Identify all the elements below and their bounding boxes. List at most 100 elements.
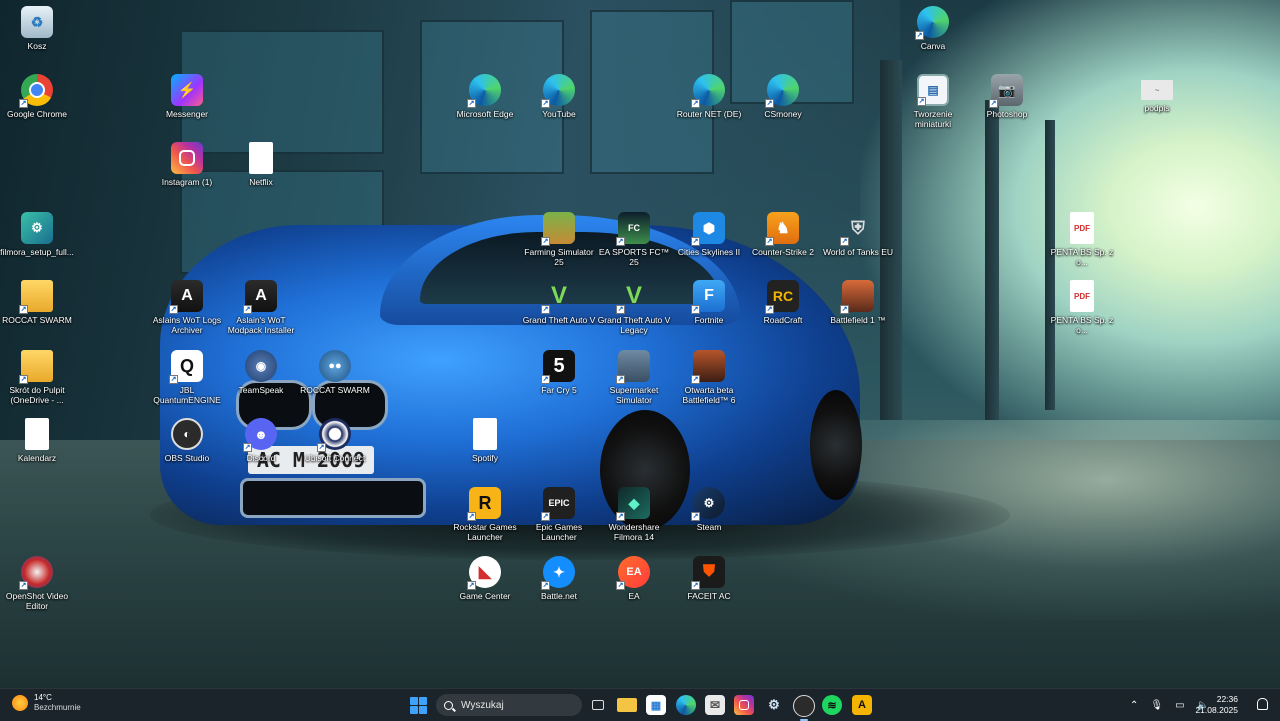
desktop-icon-label: Grand Theft Auto V: [522, 315, 596, 325]
game-icon: FC ↗: [616, 212, 650, 246]
edge-icon: ↗: [467, 74, 501, 108]
mail-icon[interactable]: ✉: [705, 695, 725, 715]
desktop-icon-penta-pdf-2[interactable]: PDF PENTA BS Sp. z o...: [1045, 280, 1119, 335]
desktop-icon-instagram[interactable]: Instagram (1): [150, 142, 224, 187]
file-explorer-icon[interactable]: [617, 698, 637, 712]
pdf-icon: PDF: [1070, 212, 1094, 244]
desktop-icon-label: FACEIT AC: [687, 591, 731, 601]
desktop-icon-cities-skylines[interactable]: ⬢ ↗ Cities Skylines II: [672, 212, 746, 257]
desktop-icon-youtube[interactable]: ↗ YouTube: [522, 74, 596, 119]
edge-icon: ↗: [691, 74, 725, 108]
desktop-icon-canva[interactable]: ↗ Canva: [896, 6, 970, 51]
desktop-icon-label: Wondershare Filmora 14: [608, 522, 660, 542]
desktop-icon-filmora-setup[interactable]: ⚙ filmora_setup_full...: [0, 212, 74, 257]
search-icon: [444, 700, 453, 710]
desktop-icon-ea-fc[interactable]: FC ↗ EA SPORTS FC™ 25: [597, 212, 671, 267]
thumbnail-icon: ▤ ↗: [917, 74, 949, 106]
desktop-icon-supermarket-simulator[interactable]: ↗ Supermarket Simulator: [597, 350, 671, 405]
desktop-icon-label: podpis: [1144, 103, 1170, 113]
roadcraft-icon: RC ↗: [765, 280, 799, 314]
desktop-icon-roccat-swarm[interactable]: ●● ROCCAT SWARM: [298, 350, 372, 395]
desktop-icon-spotify[interactable]: Spotify: [448, 418, 522, 463]
clock-date: 21.08.2025: [1195, 705, 1238, 715]
cs2-icon: ♞ ↗: [765, 212, 799, 246]
taskbar-clock[interactable]: 22:36 21.08.2025: [1195, 694, 1238, 716]
desktop-icon-steam[interactable]: ⚙ ↗ Steam: [672, 487, 746, 532]
desktop-icon-world-of-tanks[interactable]: ⛨ ↗ World of Tanks EU: [821, 212, 895, 258]
edge-icon[interactable]: [676, 695, 696, 715]
desktop-icon-label: OBS Studio: [164, 453, 210, 463]
desktop-icon-messenger[interactable]: ⚡ Messenger: [150, 74, 224, 119]
wallpaper-wheel: [810, 390, 862, 500]
desktop-icon-tworzenie-miniaturki[interactable]: ▤ ↗ Tworzenie miniaturki: [896, 74, 970, 129]
desktop-icon-csmoney[interactable]: ↗ CSmoney: [746, 74, 820, 119]
desktop-icon-discord[interactable]: ☻ ↗ Discord: [224, 418, 298, 463]
desktop-icon-label: Counter-Strike 2: [752, 247, 814, 257]
desktop-icon-label: PENTA BS Sp. z o...: [1050, 247, 1114, 267]
messenger-icon: ⚡: [171, 74, 203, 106]
desktop-icon-ubisoft-connect[interactable]: ↗ Ubisoft Connect: [298, 418, 372, 463]
desktop-icon-battlefield-6-beta[interactable]: ↗ Otwarta beta Battlefield™ 6: [672, 350, 746, 405]
desktop-icon-counter-strike[interactable]: ♞ ↗ Counter-Strike 2: [746, 212, 820, 257]
desktop-icon-teamspeak[interactable]: ◉ TeamSpeak: [224, 350, 298, 395]
microphone-icon[interactable]: 🎙: [1150, 700, 1163, 711]
desktop-icon-fortnite[interactable]: F ↗ Fortnite: [672, 280, 746, 325]
document-icon: [473, 418, 497, 450]
aslain-icon[interactable]: A: [852, 695, 872, 715]
obs-icon[interactable]: [793, 695, 815, 721]
desktop-icon-recycle-bin[interactable]: ♻ Kosz: [0, 6, 74, 51]
desktop-icon-label: Grand Theft Auto V Legacy: [597, 315, 671, 335]
search-input[interactable]: [459, 698, 573, 712]
battlenet-icon: ✦ ↗: [541, 556, 575, 590]
desktop-icon-label: Farming Simulator 25: [524, 247, 594, 267]
notification-bell-icon[interactable]: [1257, 698, 1268, 710]
desktop-icon-photoshop[interactable]: 📷 ↗ Photoshop: [970, 74, 1044, 119]
desktop-icon-game-center[interactable]: ◣ ↗ Game Center: [448, 556, 522, 601]
steam-icon[interactable]: ⚙: [764, 695, 784, 715]
desktop-icon-roadcraft[interactable]: RC ↗ RoadCraft: [746, 280, 820, 325]
desktop-icon-epic-games[interactable]: EPIC ↗ Epic Games Launcher: [522, 487, 596, 542]
discord-icon: ☻ ↗: [243, 418, 277, 452]
desktop-icon-ea[interactable]: EA ↗ EA: [597, 556, 671, 601]
chevron-up-icon[interactable]: ⌃: [1130, 700, 1138, 711]
start-button[interactable]: [410, 697, 427, 714]
desktop-icon-jbl-quantum[interactable]: Q ↗ JBL QuantumENGINE: [150, 350, 224, 405]
desktop-icon-onedrive-shortcut[interactable]: ↗ Skrót do Pulpit (OneDrive - ...: [0, 350, 74, 405]
desktop-icon-battlefield-1[interactable]: ↗ Battlefield 1 ™: [821, 280, 895, 325]
desktop-icon-openshot[interactable]: ↗ OpenShot Video Editor: [0, 556, 74, 611]
ubisoft-icon: ↗: [317, 418, 351, 452]
desktop-icon-gta-v-legacy[interactable]: V ↗ Grand Theft Auto V Legacy: [597, 280, 671, 335]
desktop-icon-kalendarz[interactable]: Kalendarz: [0, 418, 74, 463]
desktop-icon-router-net[interactable]: ↗ Router NET (DE): [672, 74, 746, 119]
desktop-icon-filmora[interactable]: ◆ ↗ Wondershare Filmora 14: [597, 487, 671, 542]
desktop-icon-far-cry-5[interactable]: 5 ↗ Far Cry 5: [522, 350, 596, 395]
desktop-icon-obs-studio[interactable]: ◐ OBS Studio: [150, 418, 224, 463]
epic-icon: EPIC ↗: [541, 487, 575, 521]
task-view-icon[interactable]: [588, 695, 608, 715]
taskbar-search[interactable]: [436, 694, 582, 716]
spotify-icon[interactable]: ≋: [822, 695, 842, 715]
desktop-icon-label: Discord: [246, 453, 276, 463]
desktop-icon-farming-simulator[interactable]: ↗ Farming Simulator 25: [522, 212, 596, 267]
store-icon[interactable]: ▦: [646, 695, 666, 715]
desktop-icon-label: Netflix: [249, 177, 273, 187]
desktop-icon-aslains-installer[interactable]: A ↗ Aslain's WoT Modpack Installer: [224, 280, 298, 335]
network-icon[interactable]: ▭: [1175, 700, 1184, 711]
desktop-icon-battle-net[interactable]: ✦ ↗ Battle.net: [522, 556, 596, 601]
desktop-icon-podpis[interactable]: ~ podpis: [1120, 80, 1194, 113]
game-icon: ↗: [691, 350, 725, 384]
desktop-icon-netflix[interactable]: Netflix: [224, 142, 298, 187]
instagram-icon[interactable]: [734, 695, 754, 715]
desktop-icon-gta-v[interactable]: V ↗ Grand Theft Auto V: [522, 280, 596, 325]
desktop-icon-microsoft-edge[interactable]: ↗ Microsoft Edge: [448, 74, 522, 119]
desktop-icon-faceit[interactable]: ⛊ ↗ FACEIT AC: [672, 556, 746, 601]
desktop-icon-google-chrome[interactable]: ↗ Google Chrome: [0, 74, 74, 119]
signature-image-icon: ~: [1141, 80, 1173, 100]
desktop-icon-roccat-swarm-folder[interactable]: ↗ ROCCAT SWARM: [0, 280, 74, 325]
desktop-icon-label: Ubisoft Connect: [304, 453, 366, 463]
teamspeak-icon: ◉: [245, 350, 277, 382]
desktop-icon-aslains-logs[interactable]: A ↗ Aslains WoT Logs Archiver: [150, 280, 224, 335]
desktop-icon-penta-pdf-1[interactable]: PDF PENTA BS Sp. z o...: [1045, 212, 1119, 267]
weather-widget[interactable]: 14°C Bezchmurnie: [12, 693, 81, 713]
desktop-icon-rockstar-launcher[interactable]: R ↗ Rockstar Games Launcher: [448, 487, 522, 542]
